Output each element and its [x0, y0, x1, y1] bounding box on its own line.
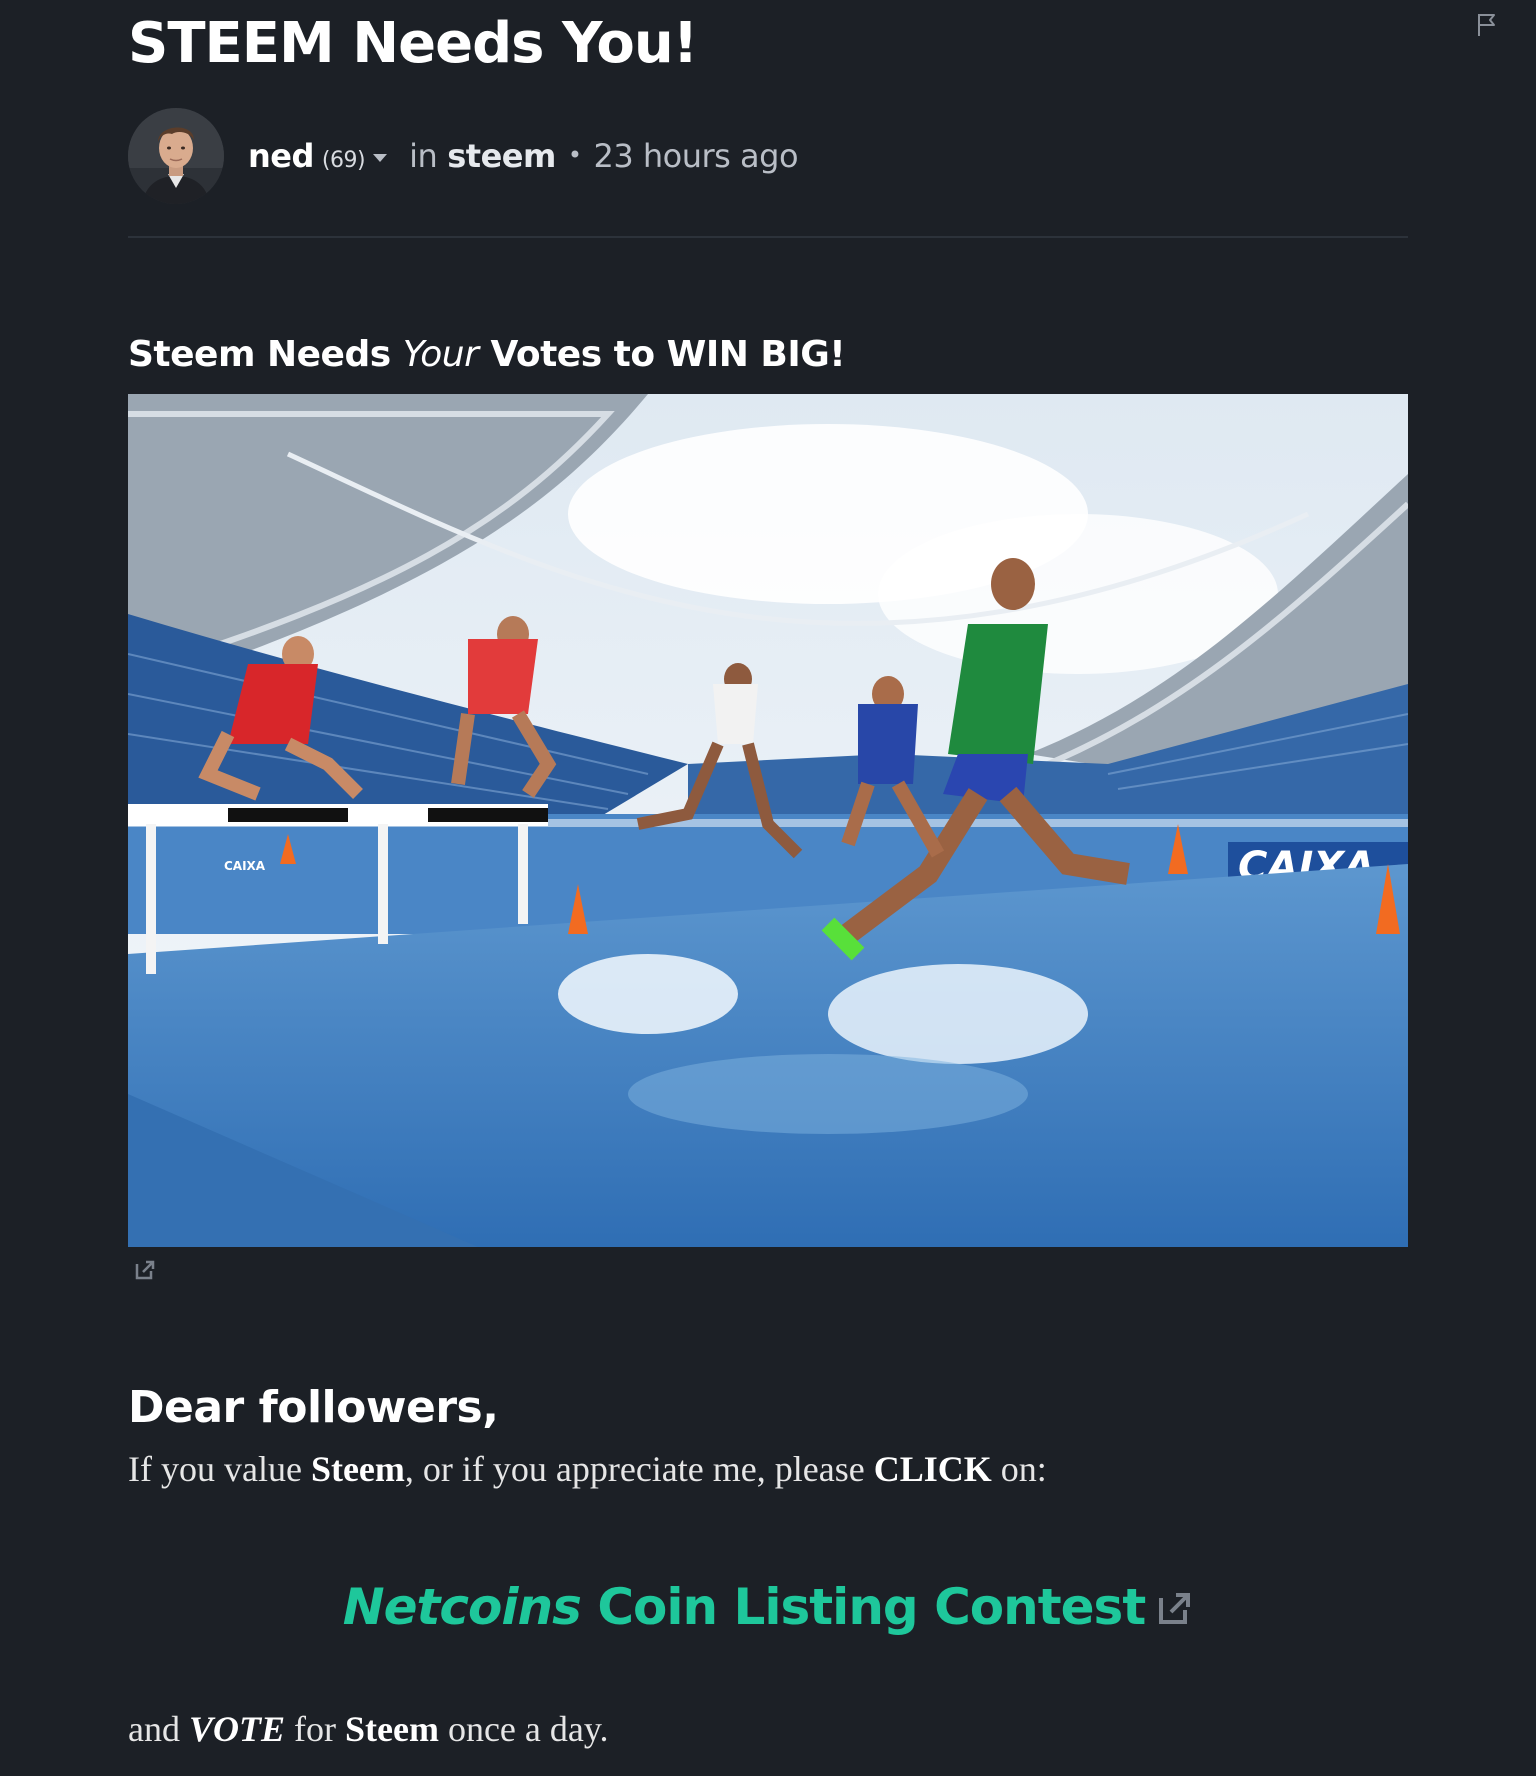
flag-icon[interactable] [1476, 12, 1498, 38]
category-link[interactable]: steem [447, 137, 556, 175]
post-byline: ned (69) in steem • 23 hours ago [128, 108, 799, 204]
post-title: STEEM Needs You! [128, 11, 698, 76]
author-avatar[interactable] [128, 108, 224, 204]
section-heading: Steem Needs Your Votes to WIN BIG! [128, 334, 846, 375]
external-link-icon [1159, 1593, 1191, 1624]
post-page: STEEM Needs You! ned (69) in steem • 23 … [0, 0, 1536, 1776]
contest-link[interactable]: Netcoins Coin Listing Contest [0, 1578, 1536, 1636]
intro-paragraph: If you value Steem, or if you appreciate… [128, 1449, 1047, 1489]
meta-separator: • [567, 141, 582, 169]
greeting-heading: Dear followers, [128, 1382, 499, 1433]
caret-down-icon[interactable] [373, 154, 388, 162]
hero-image[interactable]: CAIXA CAIXA [128, 394, 1408, 1247]
author-name[interactable]: ned [248, 137, 314, 175]
in-label: in [409, 137, 438, 175]
post-timestamp[interactable]: 23 hours ago [593, 137, 798, 175]
author-reputation: (69) [321, 148, 366, 173]
header-divider [128, 236, 1408, 238]
closing-paragraph: and VOTE for Steem once a day. [128, 1709, 609, 1749]
hurdle-label: CAIXA [224, 859, 266, 873]
external-link-icon[interactable] [134, 1259, 156, 1281]
post-meta: ned (69) in steem • 23 hours ago [248, 137, 799, 175]
